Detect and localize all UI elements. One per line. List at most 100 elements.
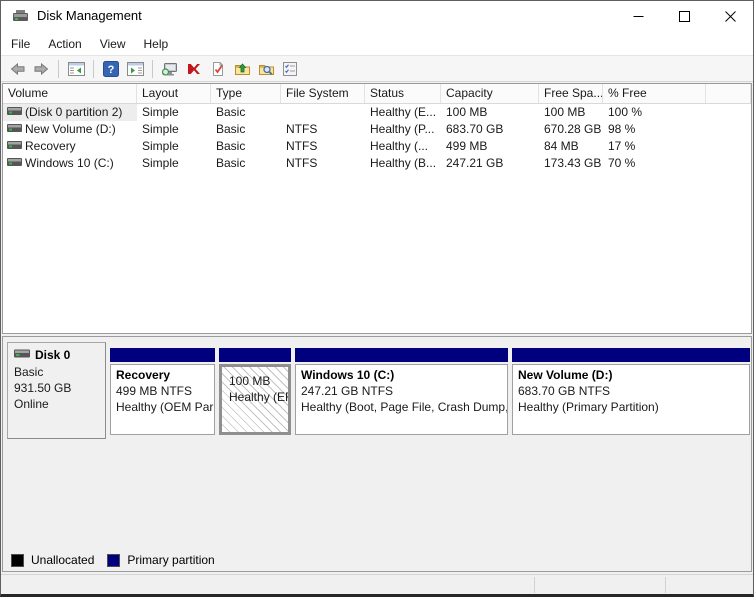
partition-size: 247.21 GB NTFS <box>301 383 502 399</box>
volume-name: Recovery <box>25 138 76 155</box>
svg-text:?: ? <box>108 64 115 76</box>
show-action-pane-icon[interactable] <box>123 58 147 80</box>
partition-efi[interactable]: 100 MB Healthy (EFI <box>219 348 291 439</box>
status-cell[interactable]: Healthy (E... <box>365 104 441 121</box>
column-header-type[interactable]: Type <box>211 84 281 103</box>
layout-cell[interactable]: Simple <box>137 121 211 138</box>
status-bar-divider <box>534 577 535 593</box>
column-header-filler <box>706 84 751 103</box>
window-title: Disk Management <box>37 8 142 23</box>
partition-body[interactable]: Windows 10 (C:) 247.21 GB NTFS Healthy (… <box>295 364 508 435</box>
free-space-cell[interactable]: 100 MB <box>539 104 603 121</box>
rescan-disks-icon[interactable] <box>158 58 182 80</box>
table-row[interactable]: (Disk 0 partition 2) Simple Basic Health… <box>3 104 751 121</box>
layout-cell[interactable]: Simple <box>137 155 211 172</box>
menu-action[interactable]: Action <box>39 34 90 54</box>
column-header-free-space[interactable]: Free Spa... <box>539 84 603 103</box>
pct-free-cell[interactable]: 98 % <box>603 121 706 138</box>
file-system-cell[interactable] <box>281 104 365 121</box>
layout-cell[interactable]: Simple <box>137 104 211 121</box>
volume-list-header: Volume Layout Type File System Status Ca… <box>3 84 751 104</box>
volume-cell[interactable]: New Volume (D:) <box>3 121 137 138</box>
volume-cell[interactable]: (Disk 0 partition 2) <box>3 104 137 121</box>
toolbar-separator <box>58 60 59 78</box>
disk-size: 931.50 GB <box>14 380 99 396</box>
app-icon <box>12 9 30 28</box>
type-cell[interactable]: Basic <box>211 155 281 172</box>
status-cell[interactable]: Healthy (P... <box>365 121 441 138</box>
table-row[interactable]: Recovery Simple Basic NTFS Healthy (... … <box>3 138 751 155</box>
volume-cell[interactable]: Windows 10 (C:) <box>3 155 137 172</box>
menu-help[interactable]: Help <box>135 34 178 54</box>
change-drive-letter-icon[interactable] <box>230 58 254 80</box>
column-header-pct-free[interactable]: % Free <box>603 84 706 103</box>
free-space-cell[interactable]: 670.28 GB <box>539 121 603 138</box>
type-cell[interactable]: Basic <box>211 138 281 155</box>
volume-cell[interactable]: Recovery <box>3 138 137 155</box>
file-system-cell[interactable]: NTFS <box>281 138 365 155</box>
partition-name: Windows 10 (C:) <box>301 368 502 383</box>
disk-0-header[interactable]: Disk 0 Basic 931.50 GB Online <box>7 342 106 439</box>
file-system-cell[interactable]: NTFS <box>281 121 365 138</box>
partitions: Recovery 499 MB NTFS Healthy (OEM Par 10… <box>110 342 750 439</box>
partition-status: Healthy (Primary Partition) <box>518 399 744 415</box>
menu-file[interactable]: File <box>2 34 39 54</box>
partition-color-bar <box>512 348 750 362</box>
forward-icon[interactable] <box>29 58 53 80</box>
properties-icon[interactable] <box>278 58 302 80</box>
table-row[interactable]: Windows 10 (C:) Simple Basic NTFS Health… <box>3 155 751 172</box>
minimize-button[interactable] <box>615 1 661 32</box>
capacity-cell[interactable]: 100 MB <box>441 104 539 121</box>
partition-d[interactable]: New Volume (D:) 683.70 GB NTFS Healthy (… <box>512 348 750 439</box>
column-header-capacity[interactable]: Capacity <box>441 84 539 103</box>
partition-body[interactable]: New Volume (D:) 683.70 GB NTFS Healthy (… <box>512 364 750 435</box>
type-cell[interactable]: Basic <box>211 104 281 121</box>
mark-partition-active-icon[interactable] <box>206 58 230 80</box>
disk-name: Disk 0 <box>35 348 70 362</box>
partition-size: 100 MB <box>229 373 283 389</box>
help-icon[interactable]: ? <box>99 58 123 80</box>
toolbar-separator <box>152 60 153 78</box>
column-header-volume[interactable]: Volume <box>3 84 137 103</box>
partition-status: Healthy (OEM Par <box>116 399 209 415</box>
partition-c[interactable]: Windows 10 (C:) 247.21 GB NTFS Healthy (… <box>295 348 508 439</box>
menu-bar: File Action View Help <box>1 32 753 55</box>
partition-size: 499 MB NTFS <box>116 383 209 399</box>
file-system-cell[interactable]: NTFS <box>281 155 365 172</box>
volume-name: New Volume (D:) <box>25 121 116 138</box>
type-cell[interactable]: Basic <box>211 121 281 138</box>
partition-body-selected[interactable]: 100 MB Healthy (EFI <box>219 364 291 435</box>
unallocated-swatch <box>11 554 24 567</box>
delete-volume-icon[interactable] <box>182 58 206 80</box>
layout-cell[interactable]: Simple <box>137 138 211 155</box>
capacity-cell[interactable]: 683.70 GB <box>441 121 539 138</box>
column-header-file-system[interactable]: File System <box>281 84 365 103</box>
drive-icon <box>7 121 22 138</box>
disk-0-row: Disk 0 Basic 931.50 GB Online Recovery 4… <box>7 342 750 439</box>
partition-recovery[interactable]: Recovery 499 MB NTFS Healthy (OEM Par <box>110 348 215 439</box>
menu-view[interactable]: View <box>91 34 135 54</box>
status-bar <box>1 574 753 594</box>
pct-free-cell[interactable]: 17 % <box>603 138 706 155</box>
partition-body[interactable]: Recovery 499 MB NTFS Healthy (OEM Par <box>110 364 215 435</box>
drive-icon <box>7 155 22 172</box>
pct-free-cell[interactable]: 70 % <box>603 155 706 172</box>
status-bar-divider <box>665 577 666 593</box>
status-cell[interactable]: Healthy (... <box>365 138 441 155</box>
back-icon[interactable] <box>5 58 29 80</box>
pct-free-cell[interactable]: 100 % <box>603 104 706 121</box>
close-button[interactable] <box>707 1 753 32</box>
maximize-button[interactable] <box>661 1 707 32</box>
show-console-tree-icon[interactable] <box>64 58 88 80</box>
column-header-status[interactable]: Status <box>365 84 441 103</box>
capacity-cell[interactable]: 499 MB <box>441 138 539 155</box>
column-header-layout[interactable]: Layout <box>137 84 211 103</box>
status-cell[interactable]: Healthy (B... <box>365 155 441 172</box>
volume-list-pane: Volume Layout Type File System Status Ca… <box>2 83 752 334</box>
table-row[interactable]: New Volume (D:) Simple Basic NTFS Health… <box>3 121 751 138</box>
free-space-cell[interactable]: 173.43 GB <box>539 155 603 172</box>
free-space-cell[interactable]: 84 MB <box>539 138 603 155</box>
volume-name: Windows 10 (C:) <box>25 155 114 172</box>
explore-icon[interactable] <box>254 58 278 80</box>
capacity-cell[interactable]: 247.21 GB <box>441 155 539 172</box>
